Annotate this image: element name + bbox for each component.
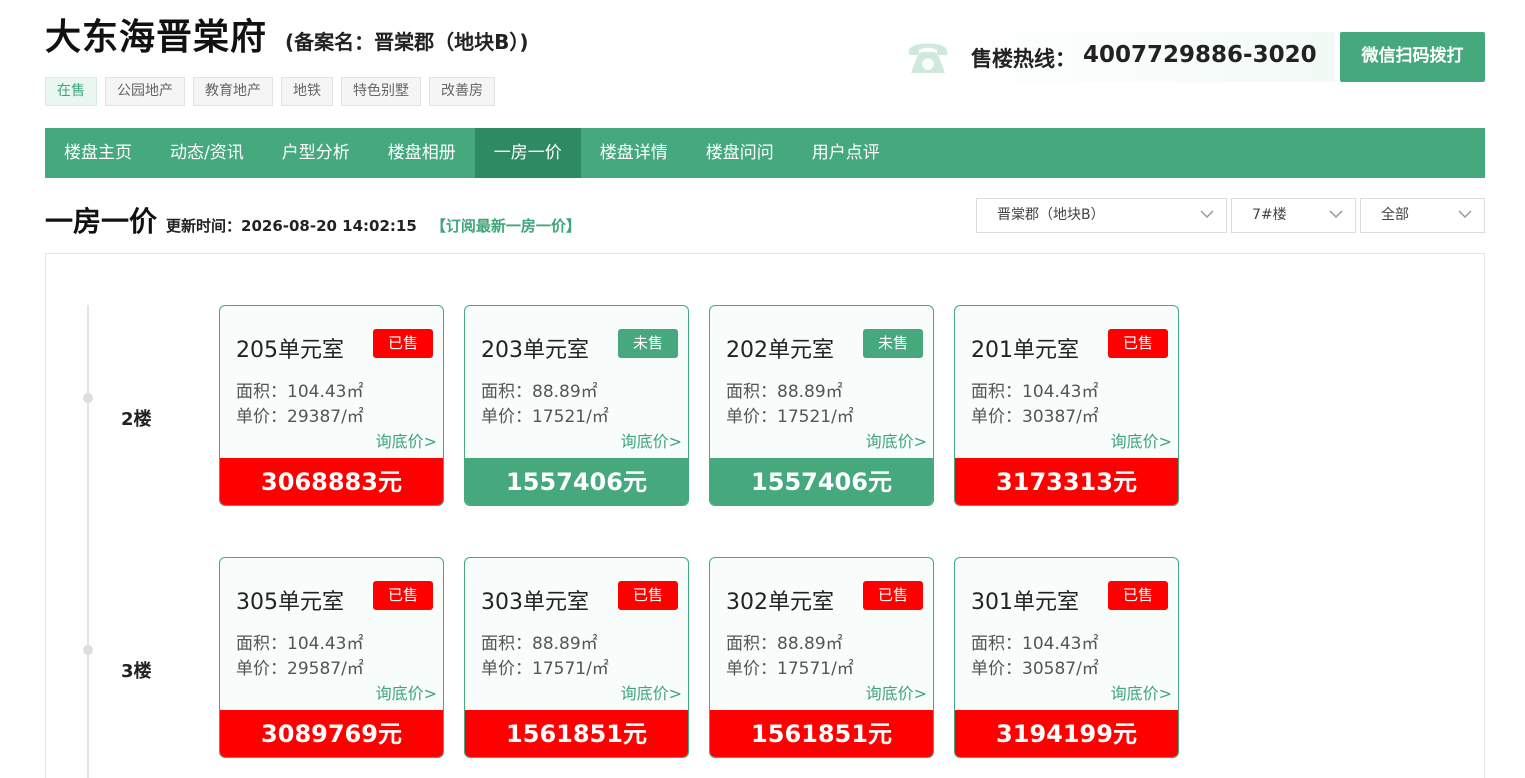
total-price: 3194199元: [955, 710, 1178, 757]
subscribe-link[interactable]: 【订阅最新一房一价】: [431, 215, 581, 236]
unit-price: 单价：17521/㎡: [481, 407, 609, 427]
unit-card[interactable]: 305单元室 已售 面积：104.43㎡ 单价：29587/㎡ 询底价> 308…: [219, 557, 444, 758]
total-price: 1561851元: [465, 710, 688, 757]
update-time: 更新时间：2026-08-20 14:02:15: [166, 217, 417, 235]
total-price: 3089769元: [220, 710, 443, 757]
unit-area: 面积：88.89㎡: [481, 382, 598, 402]
room-number: 205单元室: [236, 338, 344, 363]
ask-price-link[interactable]: 询底价>: [376, 680, 437, 704]
unit-price: 单价：29587/㎡: [236, 659, 364, 679]
unit-card[interactable]: 303单元室 已售 面积：88.89㎡ 单价：17571/㎡ 询底价> 1561…: [464, 557, 689, 758]
tag: 公园地产: [105, 77, 185, 106]
nav-item-news[interactable]: 动态/资讯: [151, 128, 263, 178]
unit-card[interactable]: 302单元室 已售 面积：88.89㎡ 单价：17571/㎡ 询底价> 1561…: [709, 557, 934, 758]
room-number: 202单元室: [726, 338, 834, 363]
unit-area: 面积：104.43㎡: [971, 634, 1099, 654]
record-name: (备案名：晋棠郡（地块B）): [285, 30, 529, 54]
timeline-dot: [83, 645, 93, 655]
nav-item-home[interactable]: 楼盘主页: [45, 128, 151, 178]
status-badge: 已售: [373, 581, 433, 610]
ask-price-link[interactable]: 询底价>: [866, 428, 927, 452]
status-badge: 已售: [863, 581, 923, 610]
status-select[interactable]: 全部: [1360, 198, 1485, 233]
status-badge: 已售: [618, 581, 678, 610]
nav-item-reviews[interactable]: 用户点评: [793, 128, 899, 178]
hotline-label: 售楼热线：: [971, 47, 1076, 71]
unit-area: 面积：88.89㎡: [481, 634, 598, 654]
section-header: 一房一价 更新时间：2026-08-20 14:02:15 【订阅最新一房一价】: [45, 200, 581, 240]
unit-card[interactable]: 203单元室 未售 面积：88.89㎡ 单价：17521/㎡ 询底价> 1557…: [464, 305, 689, 506]
tag-onsale: 在售: [45, 77, 97, 106]
room-number: 305单元室: [236, 590, 344, 615]
unit-price: 单价：30387/㎡: [971, 407, 1099, 427]
nav-item-details[interactable]: 楼盘详情: [581, 128, 687, 178]
total-price: 1557406元: [465, 458, 688, 505]
nav-item-price-list[interactable]: 一房一价: [474, 128, 581, 178]
unit-area: 面积：104.43㎡: [236, 634, 364, 654]
floor-timeline: [87, 305, 89, 778]
unit-card[interactable]: 202单元室 未售 面积：88.89㎡ 单价：17521/㎡ 询底价> 1557…: [709, 305, 934, 506]
tag: 特色别墅: [341, 77, 421, 106]
status-badge: 未售: [618, 329, 678, 358]
wechat-call-button[interactable]: 微信扫码拨打: [1340, 32, 1485, 82]
room-number: 203单元室: [481, 338, 589, 363]
unit-price: 单价：29387/㎡: [236, 407, 364, 427]
ask-price-link[interactable]: 询底价>: [621, 680, 682, 704]
room-number: 201单元室: [971, 338, 1079, 363]
floor-label: 2楼: [121, 409, 152, 430]
chevron-down-icon: [1458, 210, 1472, 219]
building-select[interactable]: 7#楼: [1231, 198, 1356, 233]
unit-area: 面积：104.43㎡: [971, 382, 1099, 402]
chevron-down-icon: [1329, 210, 1343, 219]
chevron-down-icon: [1200, 210, 1214, 219]
page-title-row: 大东海晋棠府 (备案名：晋棠郡（地块B）): [45, 8, 529, 60]
total-price: 3068883元: [220, 458, 443, 505]
ask-price-link[interactable]: 询底价>: [866, 680, 927, 704]
unit-area: 面积：88.89㎡: [726, 382, 843, 402]
room-number: 303单元室: [481, 590, 589, 615]
tag: 改善房: [429, 77, 495, 106]
status-badge: 已售: [1108, 581, 1168, 610]
unit-area: 面积：88.89㎡: [726, 634, 843, 654]
tag: 教育地产: [193, 77, 273, 106]
unit-price: 单价：17571/㎡: [481, 659, 609, 679]
project-select-value: 晋棠郡（地块B）: [997, 207, 1105, 223]
unit-price: 单价：17571/㎡: [726, 659, 854, 679]
hotline-number[interactable]: 4007729886-3020: [1083, 42, 1317, 68]
nav-item-layouts[interactable]: 户型分析: [263, 128, 369, 178]
total-price: 1561851元: [710, 710, 933, 757]
unit-price: 单价：30587/㎡: [971, 659, 1099, 679]
nav-item-album[interactable]: 楼盘相册: [369, 128, 475, 178]
telephone-icon: [909, 43, 947, 73]
unit-card[interactable]: 201单元室 已售 面积：104.43㎡ 单价：30387/㎡ 询底价> 317…: [954, 305, 1179, 506]
ask-price-link[interactable]: 询底价>: [376, 428, 437, 452]
building-select-value: 7#楼: [1252, 207, 1287, 223]
project-select[interactable]: 晋棠郡（地块B）: [976, 198, 1227, 233]
ask-price-link[interactable]: 询底价>: [621, 428, 682, 452]
unit-card[interactable]: 301单元室 已售 面积：104.43㎡ 单价：30587/㎡ 询底价> 319…: [954, 557, 1179, 758]
status-select-value: 全部: [1381, 207, 1409, 223]
total-price: 3173313元: [955, 458, 1178, 505]
tag-list: 在售 公园地产 教育地产 地铁 特色别墅 改善房: [45, 77, 495, 106]
section-title: 一房一价: [45, 205, 158, 238]
status-badge: 未售: [863, 329, 923, 358]
floor-label: 3楼: [121, 661, 152, 682]
room-number: 301单元室: [971, 590, 1079, 615]
room-number: 302单元室: [726, 590, 834, 615]
timeline-dot: [83, 393, 93, 403]
main-nav: 楼盘主页 动态/资讯 户型分析 楼盘相册 一房一价 楼盘详情 楼盘问问 用户点评: [45, 128, 1485, 178]
unit-area: 面积：104.43㎡: [236, 382, 364, 402]
status-badge: 已售: [1108, 329, 1168, 358]
status-badge: 已售: [373, 329, 433, 358]
ask-price-link[interactable]: 询底价>: [1111, 680, 1172, 704]
nav-item-qa[interactable]: 楼盘问问: [687, 128, 793, 178]
ask-price-link[interactable]: 询底价>: [1111, 428, 1172, 452]
page-title: 大东海晋棠府: [45, 17, 268, 58]
unit-card[interactable]: 205单元室 已售 面积：104.43㎡ 单价：29387/㎡ 询底价> 306…: [219, 305, 444, 506]
hotline: 售楼热线： 4007729886-3020: [905, 32, 1335, 82]
total-price: 1557406元: [710, 458, 933, 505]
unit-price: 单价：17521/㎡: [726, 407, 854, 427]
tag: 地铁: [281, 77, 333, 106]
